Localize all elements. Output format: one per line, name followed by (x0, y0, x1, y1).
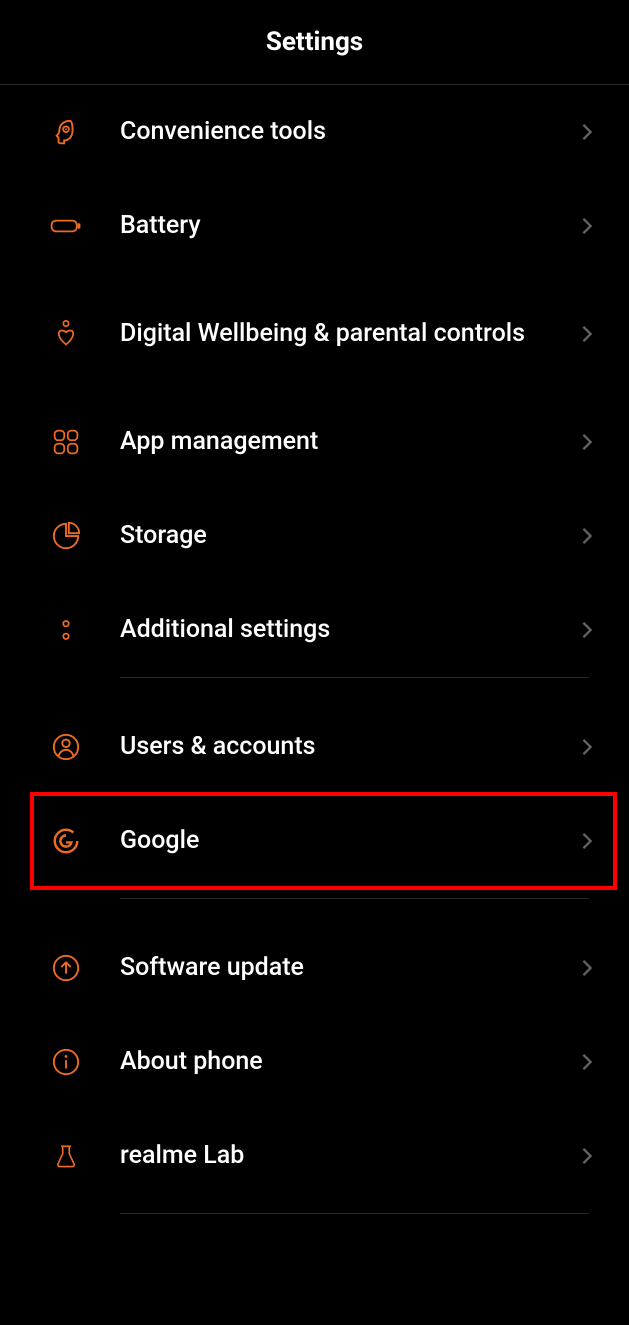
chevron-right-icon (581, 527, 599, 545)
chevron-right-icon (581, 1147, 599, 1165)
chevron-right-icon (581, 123, 599, 141)
chevron-right-icon (581, 738, 599, 756)
item-wellbeing[interactable]: Digital Wellbeing & parental controls (0, 273, 629, 395)
item-label: Additional settings (120, 614, 581, 647)
chevron-right-icon (581, 959, 599, 977)
chevron-right-icon (581, 433, 599, 451)
item-label: App management (120, 426, 581, 459)
item-additional-settings[interactable]: Additional settings (0, 583, 629, 677)
item-label: Software update (120, 952, 581, 985)
spacer (0, 1203, 629, 1213)
header: Settings (0, 0, 629, 85)
item-label: Digital Wellbeing & parental controls (120, 318, 581, 351)
page-title: Settings (266, 27, 363, 57)
item-software-update[interactable]: Software update (0, 921, 629, 1015)
user-icon (48, 729, 84, 765)
head-gear-icon (48, 114, 84, 150)
more-dots-icon (48, 612, 84, 648)
item-app-management[interactable]: App management (0, 395, 629, 489)
item-about-phone[interactable]: About phone (0, 1015, 629, 1109)
flask-icon (48, 1138, 84, 1174)
item-convenience-tools[interactable]: Convenience tools (0, 85, 629, 179)
chevron-right-icon (581, 325, 599, 343)
item-battery[interactable]: Battery (0, 179, 629, 273)
apps-icon (48, 424, 84, 460)
item-google[interactable]: Google (0, 794, 629, 888)
item-label: Users & accounts (120, 731, 581, 764)
item-label: Google (120, 825, 581, 858)
google-icon (48, 823, 84, 859)
item-label: Storage (120, 520, 581, 553)
item-users-accounts[interactable]: Users & accounts (0, 700, 629, 794)
section-divider (120, 1213, 589, 1214)
spacer (0, 678, 629, 700)
heart-icon (48, 316, 84, 352)
item-label: Convenience tools (120, 116, 581, 149)
chevron-right-icon (581, 621, 599, 639)
battery-icon (48, 208, 84, 244)
item-realme-lab[interactable]: realme Lab (0, 1109, 629, 1203)
item-storage[interactable]: Storage (0, 489, 629, 583)
spacer (0, 888, 629, 898)
pie-icon (48, 518, 84, 554)
item-label: Battery (120, 210, 581, 243)
chevron-right-icon (581, 1053, 599, 1071)
info-icon (48, 1044, 84, 1080)
settings-list: Convenience tools Battery Digital Wellbe… (0, 85, 629, 1214)
chevron-right-icon (581, 832, 599, 850)
spacer (0, 899, 629, 921)
arrow-up-circle-icon (48, 950, 84, 986)
chevron-right-icon (581, 217, 599, 235)
item-label: About phone (120, 1046, 581, 1079)
item-label: realme Lab (120, 1140, 581, 1173)
